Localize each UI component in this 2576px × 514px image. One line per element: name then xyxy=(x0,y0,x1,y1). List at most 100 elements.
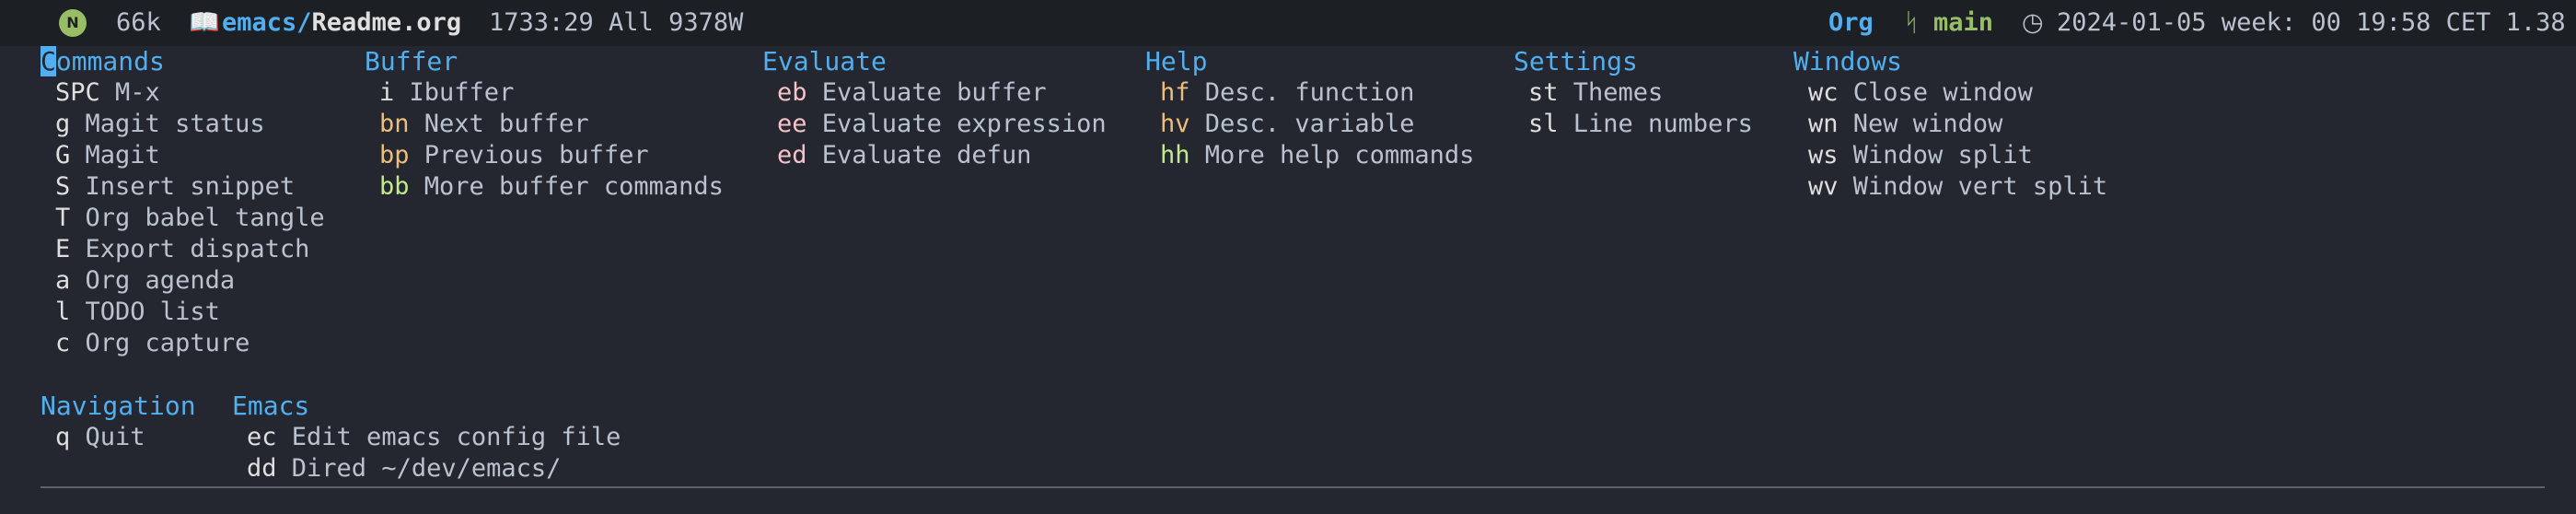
clock-icon: ◷ xyxy=(2022,8,2044,37)
entry-key: bn xyxy=(379,110,410,138)
menu-entry-insert-snippet[interactable]: S Insert snippet xyxy=(55,171,295,203)
entry-label: Window split xyxy=(1852,141,2033,169)
entry-key: wc xyxy=(1808,78,1839,107)
entry-key: st xyxy=(1528,78,1559,107)
mode-line: N 66k 📖 emacs/Readme.org 1733:29 All 937… xyxy=(0,0,2576,46)
menu-entry-next-buffer[interactable]: bn Next buffer xyxy=(379,109,589,140)
entry-label: Insert snippet xyxy=(85,172,296,201)
entry-label: New window xyxy=(1852,110,2003,138)
menu-entry-quit[interactable]: q Quit xyxy=(55,422,145,453)
menu-entry-edit-emacs-config[interactable]: ec Edit emacs config file xyxy=(247,422,621,453)
menu-entry-themes[interactable]: st Themes xyxy=(1528,77,1663,109)
group-title-windows: Windows xyxy=(1793,46,1903,76)
menu-entry-more-help-commands[interactable]: hh More help commands xyxy=(1160,140,1474,171)
menu-entry-window-vert-split[interactable]: wv Window vert split xyxy=(1808,171,2107,203)
menu-entry-close-window[interactable]: wc Close window xyxy=(1808,77,2033,109)
menu-entry-evaluate-expression[interactable]: ee Evaluate expression xyxy=(777,109,1107,140)
entry-label: Close window xyxy=(1852,78,2033,107)
entry-key: q xyxy=(55,423,71,451)
menu-divider xyxy=(41,486,2545,488)
buffer-size: 66k xyxy=(116,8,161,37)
menu-entry-desc-variable[interactable]: hv Desc. variable xyxy=(1160,109,1414,140)
entry-key: a xyxy=(55,266,71,295)
cursor-position: 1733:29 All 9378W xyxy=(489,8,744,37)
entry-label: Themes xyxy=(1572,78,1664,107)
entry-key: ed xyxy=(777,141,807,169)
entry-label: Window vert split xyxy=(1852,172,2108,201)
entry-key: hf xyxy=(1160,78,1190,107)
entry-label: Quit xyxy=(85,423,145,451)
menu-entry-export-dispatch[interactable]: E Export dispatch xyxy=(55,234,309,265)
menu-entry-magit-status[interactable]: g Magit status xyxy=(55,109,265,140)
entry-label: Evaluate buffer xyxy=(821,78,1047,107)
entry-label: Evaluate expression xyxy=(821,110,1107,138)
entry-key: sl xyxy=(1528,110,1559,138)
text-cursor: C xyxy=(41,46,56,76)
entry-label: Export dispatch xyxy=(85,235,310,263)
buffer-name[interactable]: emacs/Readme.org xyxy=(222,0,461,46)
book-icon: 📖 xyxy=(189,8,220,37)
menu-entry-more-buffer-commands[interactable]: bb More buffer commands xyxy=(379,171,724,203)
entry-label: Org agenda xyxy=(85,266,236,295)
entry-label: Previous buffer xyxy=(424,141,649,169)
group-title-commands: Commands xyxy=(41,46,165,77)
menu-entry-org-babel-tangle[interactable]: T Org babel tangle xyxy=(55,203,325,234)
entry-label: Magit status xyxy=(85,110,265,138)
menu-entry-new-window[interactable]: wn New window xyxy=(1808,109,2002,140)
entry-label: Evaluate defun xyxy=(821,141,1032,169)
buffer-filename: Readme.org xyxy=(311,8,462,37)
entry-label: Magit xyxy=(85,141,160,169)
menu-entry-mx[interactable]: SPC M-x xyxy=(55,77,160,109)
menu-entry-ibuffer[interactable]: i Ibuffer xyxy=(379,77,514,109)
menu-entry-line-numbers[interactable]: sl Line numbers xyxy=(1528,109,1753,140)
entry-label: Desc. variable xyxy=(1204,110,1415,138)
entry-key: bb xyxy=(379,172,410,201)
group-title-help: Help xyxy=(1145,46,1208,76)
menu-entry-magit[interactable]: G Magit xyxy=(55,140,160,171)
entry-key: l xyxy=(55,298,71,326)
entry-label: TODO list xyxy=(85,298,220,326)
entry-key: dd xyxy=(247,454,277,483)
entry-label: More help commands xyxy=(1204,141,1475,169)
group-title-settings: Settings xyxy=(1514,46,1638,76)
group-title-emacs: Emacs xyxy=(232,391,310,421)
entry-label: Org babel tangle xyxy=(85,204,325,232)
entry-key: S xyxy=(55,172,71,201)
entry-key: E xyxy=(55,235,71,263)
datetime: 2024-01-05 week: 00 19:58 CET 1.38 xyxy=(2057,8,2566,37)
group-title-buffer: Buffer xyxy=(365,46,458,76)
menu-entry-org-agenda[interactable]: a Org agenda xyxy=(55,265,235,297)
entry-label: Org capture xyxy=(85,329,250,357)
entry-label: Next buffer xyxy=(424,110,589,138)
entry-key: c xyxy=(55,329,71,357)
menu-entry-org-capture[interactable]: c Org capture xyxy=(55,328,249,359)
menu-entry-evaluate-defun[interactable]: ed Evaluate defun xyxy=(777,140,1031,171)
evil-state-badge: N xyxy=(59,9,87,37)
entry-key: ec xyxy=(247,423,277,451)
entry-label: Edit emacs config file xyxy=(291,423,621,451)
entry-key: i xyxy=(379,78,395,107)
entry-key: SPC xyxy=(55,78,100,107)
entry-key: ws xyxy=(1808,141,1839,169)
entry-key: wv xyxy=(1808,172,1839,201)
entry-key: wn xyxy=(1808,110,1839,138)
entry-key: G xyxy=(55,141,71,169)
entry-key: eb xyxy=(777,78,807,107)
entry-key: bp xyxy=(379,141,410,169)
entry-label: Desc. function xyxy=(1204,78,1415,107)
entry-label: Line numbers xyxy=(1572,110,1753,138)
entry-key: hv xyxy=(1160,110,1190,138)
menu-entry-previous-buffer[interactable]: bp Previous buffer xyxy=(379,140,649,171)
menu-entry-todo-list[interactable]: l TODO list xyxy=(55,297,220,328)
menu-entry-dired[interactable]: dd Dired ~/dev/emacs/ xyxy=(247,453,561,485)
entry-key: g xyxy=(55,110,71,138)
entry-label: Dired ~/dev/emacs/ xyxy=(291,454,562,483)
git-branch[interactable]: main xyxy=(1933,0,1993,46)
menu-entry-evaluate-buffer[interactable]: eb Evaluate buffer xyxy=(777,77,1047,109)
entry-label: More buffer commands xyxy=(424,172,724,201)
menu-entry-window-split[interactable]: ws Window split xyxy=(1808,140,2033,171)
menu-entry-desc-function[interactable]: hf Desc. function xyxy=(1160,77,1414,109)
group-title-evaluate: Evaluate xyxy=(762,46,887,76)
git-branch-icon: ᛋ xyxy=(1904,8,1920,37)
major-mode[interactable]: Org xyxy=(1828,0,1874,46)
